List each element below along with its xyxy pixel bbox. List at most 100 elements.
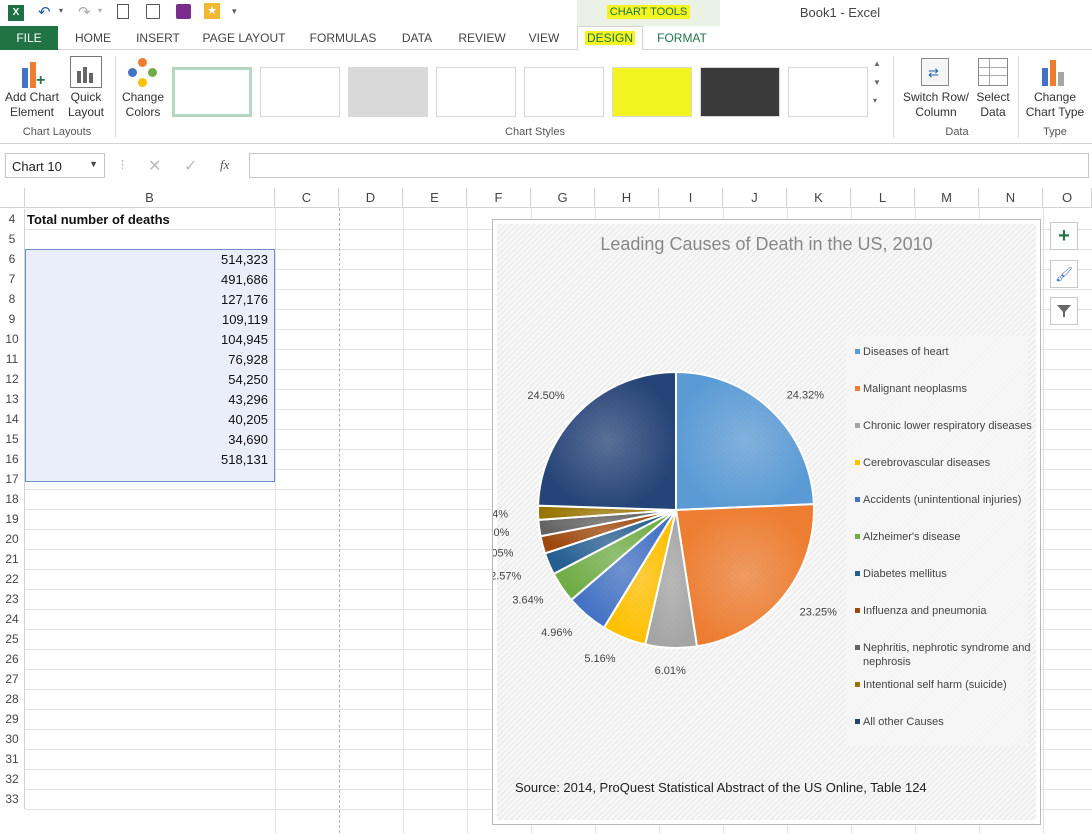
row-header[interactable]: 33 (0, 789, 25, 809)
row-header[interactable]: 31 (0, 749, 25, 769)
column-header[interactable]: J (723, 188, 787, 208)
pie-data-label[interactable]: 23.25% (800, 607, 838, 619)
row-header[interactable]: 6 (0, 249, 25, 269)
row-header[interactable]: 24 (0, 609, 25, 629)
column-header[interactable]: E (403, 188, 467, 208)
cancel-icon[interactable]: ✕ (148, 156, 161, 176)
tab-file[interactable]: FILE (0, 26, 58, 50)
column-header[interactable]: D (339, 188, 403, 208)
chart-source-note[interactable]: Source: 2014, ProQuest Statistical Abstr… (515, 780, 927, 795)
column-header[interactable]: C (275, 188, 339, 208)
column-header[interactable]: H (595, 188, 659, 208)
tab-design[interactable]: DESIGN (577, 26, 643, 51)
tab-home[interactable]: HOME (66, 26, 120, 50)
row-header[interactable]: 22 (0, 569, 25, 589)
column-header[interactable]: I (659, 188, 723, 208)
print-preview-icon[interactable] (146, 4, 160, 19)
cell-value[interactable]: 518,131 (27, 450, 268, 470)
cell-value[interactable]: 109,119 (27, 310, 268, 330)
pie-data-label[interactable]: 1.64% (493, 508, 508, 520)
select-all-corner[interactable] (0, 188, 25, 208)
customize-qat-icon[interactable]: ▾ (232, 6, 237, 17)
column-header[interactable]: L (851, 188, 915, 208)
undo-icon[interactable]: ↶ (38, 3, 51, 21)
formula-input[interactable] (249, 153, 1089, 178)
row-header[interactable]: 9 (0, 309, 25, 329)
cell-b4-header[interactable]: Total number of deaths (27, 210, 170, 230)
enter-icon[interactable]: ✓ (184, 156, 197, 176)
row-header[interactable]: 12 (0, 369, 25, 389)
new-document-icon[interactable] (117, 4, 129, 19)
gallery-scroll-down-icon[interactable]: ▼ (873, 78, 881, 87)
row-header[interactable]: 18 (0, 489, 25, 509)
tab-data[interactable]: DATA (394, 26, 440, 50)
tab-format[interactable]: FORMAT (646, 26, 718, 50)
redo-icon[interactable]: ↷ (78, 3, 91, 21)
change-colors-button[interactable]: Change Colors (114, 90, 172, 120)
column-header[interactable]: M (915, 188, 979, 208)
row-header[interactable]: 26 (0, 649, 25, 669)
chart-style-4[interactable] (436, 67, 516, 117)
row-header[interactable]: 28 (0, 689, 25, 709)
save-icon[interactable] (176, 4, 191, 19)
pie-data-label[interactable]: 4.96% (541, 627, 572, 639)
chart-style-3[interactable] (348, 67, 428, 117)
add-chart-element-button[interactable]: Add Chart Element (2, 90, 62, 120)
chart-style-6[interactable] (612, 67, 692, 117)
cell-value[interactable]: 127,176 (27, 290, 268, 310)
tab-view[interactable]: VIEW (522, 26, 566, 50)
column-header[interactable]: F (467, 188, 531, 208)
row-header[interactable]: 21 (0, 549, 25, 569)
name-box-dropdown-icon[interactable]: ▼ (89, 159, 98, 169)
column-header[interactable]: O (1043, 188, 1092, 208)
chart-elements-button[interactable]: + (1050, 222, 1078, 250)
row-header[interactable]: 17 (0, 469, 25, 489)
tab-formulas[interactable]: FORMULAS (302, 26, 384, 50)
cell-value[interactable]: 514,323 (27, 250, 268, 270)
chart-legend[interactable]: Diseases of heart Malignant neoplasms Chro… (846, 336, 1032, 746)
pie-data-label[interactable]: 5.16% (584, 653, 615, 665)
column-header[interactable]: K (787, 188, 851, 208)
gallery-more-icon[interactable]: ▾ (873, 96, 877, 105)
star-icon[interactable]: ★ (204, 3, 220, 19)
row-header[interactable]: 19 (0, 509, 25, 529)
pie-slice[interactable] (674, 503, 815, 648)
row-header[interactable]: 20 (0, 529, 25, 549)
chart-style-5[interactable] (524, 67, 604, 117)
pie-data-label[interactable]: 24.50% (527, 390, 565, 402)
row-header[interactable]: 27 (0, 669, 25, 689)
chart-style-1[interactable] (172, 67, 252, 117)
cell-value[interactable]: 104,945 (27, 330, 268, 350)
column-header[interactable]: N (979, 188, 1043, 208)
row-header[interactable]: 7 (0, 269, 25, 289)
chart-style-2[interactable] (260, 67, 340, 117)
tab-insert[interactable]: INSERT (130, 26, 186, 50)
row-header[interactable]: 16 (0, 449, 25, 469)
row-header[interactable]: 4 (0, 209, 25, 229)
cell-value[interactable]: 34,690 (27, 430, 268, 450)
chart-filters-button[interactable] (1050, 297, 1078, 325)
gallery-scroll-up-icon[interactable]: ▲ (873, 59, 881, 68)
column-header[interactable]: G (531, 188, 595, 208)
column-header[interactable]: B (25, 188, 275, 208)
row-header[interactable]: 11 (0, 349, 25, 369)
row-header[interactable]: 5 (0, 229, 25, 249)
quick-layout-button[interactable]: Quick Layout (60, 90, 112, 120)
chart-styles-button[interactable]: 🖌 (1050, 260, 1078, 288)
chart-style-8[interactable] (788, 67, 868, 117)
undo-dropdown-icon[interactable]: ▾ (59, 6, 63, 15)
chart-object[interactable]: Leading Causes of Death in the US, 2010 … (492, 219, 1041, 825)
chart-style-7[interactable] (700, 67, 780, 117)
cell-value[interactable]: 43,296 (27, 390, 268, 410)
row-header[interactable]: 29 (0, 709, 25, 729)
row-header[interactable]: 32 (0, 769, 25, 789)
pie-data-label[interactable]: 1.90% (493, 527, 510, 539)
row-header[interactable]: 23 (0, 589, 25, 609)
insert-function-icon[interactable]: fx (220, 157, 229, 173)
pie-data-label[interactable]: 2.57% (493, 570, 521, 582)
name-box[interactable]: Chart 10 ▼ (5, 153, 105, 178)
redo-dropdown-icon[interactable]: ▾ (98, 6, 102, 15)
cell-value[interactable]: 76,928 (27, 350, 268, 370)
row-header[interactable]: 30 (0, 729, 25, 749)
change-chart-type-button[interactable]: Change Chart Type (1020, 90, 1090, 120)
